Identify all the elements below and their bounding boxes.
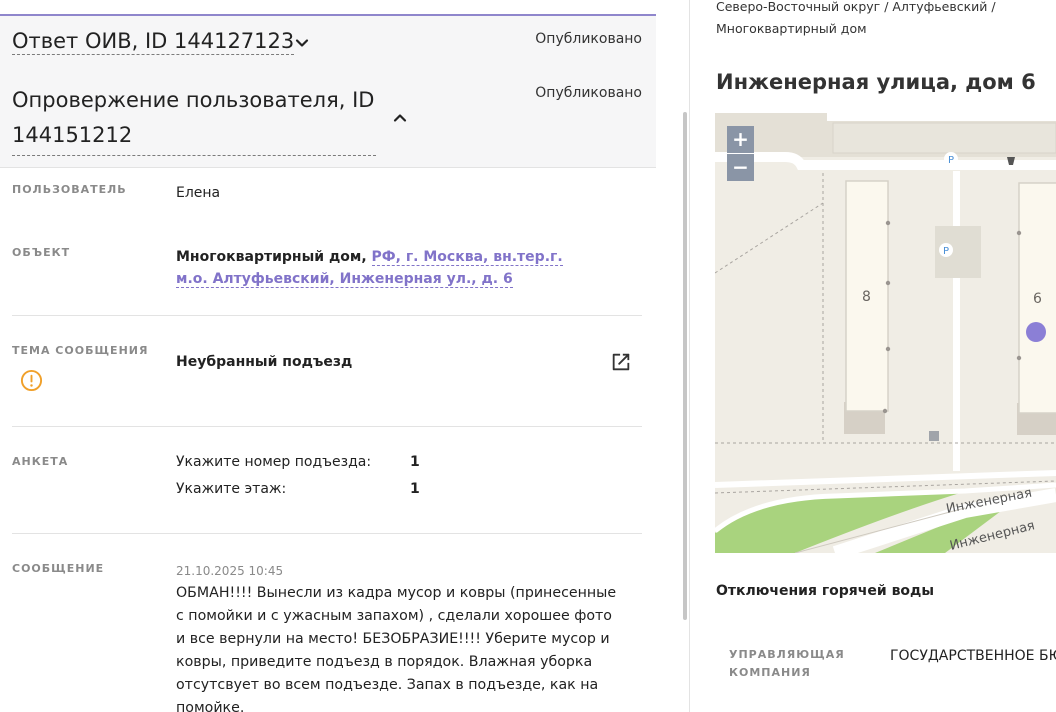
refutation-title[interactable]: Опровержение пользователя, ID 144151212 [12, 83, 376, 156]
form-question: Укажите этаж: [176, 481, 287, 497]
left-panel-scrollbar[interactable] [683, 112, 687, 620]
message-date: 21.10.2025 10:45 [176, 564, 284, 578]
panel-divider [689, 0, 690, 712]
user-value: Елена [176, 185, 221, 201]
object-value: Многоквартирный дом, РФ, г. Москва, вн.т… [176, 246, 576, 290]
hot-water-outages-link[interactable]: Отключения горячей воды [716, 583, 934, 599]
chevron-down-icon[interactable] [294, 35, 310, 51]
location-map[interactable]: Инженерная Инженерная 8 6 P P + − [715, 113, 1056, 553]
form-row: Укажите номер подъезда: 1 [176, 454, 420, 470]
form-answer: 1 [410, 481, 420, 497]
form-row: Укажите этаж: 1 [176, 481, 420, 497]
map-zoom-in-button[interactable]: + [727, 126, 754, 153]
map-canvas: Инженерная Инженерная 8 6 P P [715, 113, 1056, 553]
oiv-response-title[interactable]: Ответ ОИВ, ID 144127123 [12, 24, 295, 59]
topic-label: Тема сообщения [12, 344, 149, 357]
location-marker [1026, 322, 1046, 342]
parking-label: P [948, 155, 954, 166]
divider [12, 426, 642, 427]
building-number-8: 8 [862, 289, 871, 305]
external-link-icon[interactable] [610, 351, 632, 373]
appeal-detail-panel: Ответ ОИВ, ID 144127123 Опубликовано Опр… [0, 0, 656, 712]
chevron-up-icon[interactable] [392, 110, 408, 126]
management-company-value: ГОСУДАРСТВЕННОЕ БЮ МОСКВЫ «ЖИЛИЩНИК [890, 648, 1056, 664]
warning-circle-icon [20, 369, 43, 392]
object-label: Объект [12, 246, 71, 259]
divider [12, 315, 642, 316]
management-company-label: Управляющая компания [729, 648, 845, 679]
divider [12, 533, 642, 534]
oiv-status: Опубликовано [535, 31, 642, 47]
message-label: Сообщение [12, 562, 105, 575]
refutation-status: Опубликовано [535, 85, 642, 101]
user-label: Пользователь [12, 183, 127, 196]
breadcrumb: Северо-Восточный округ / Алтуфьевский / … [716, 0, 996, 36]
object-type: Многоквартирный дом, [176, 249, 367, 265]
parking-label: P [943, 246, 949, 257]
message-text: ОБМАН!!!! Вынесли из кадра мусор и ковры… [176, 585, 617, 712]
building-number-6: 6 [1033, 291, 1042, 307]
form-answer: 1 [410, 454, 420, 470]
form-label: Анкета [12, 455, 69, 468]
oiv-response-title-text: Ответ ОИВ, ID 144127123 [12, 29, 295, 55]
topic-value: Неубранный подъезд [176, 354, 353, 370]
map-zoom-out-button[interactable]: − [727, 154, 754, 181]
building-title: Инженерная улица, дом 6 [716, 70, 1036, 94]
form-question: Укажите номер подъезда: [176, 454, 372, 470]
